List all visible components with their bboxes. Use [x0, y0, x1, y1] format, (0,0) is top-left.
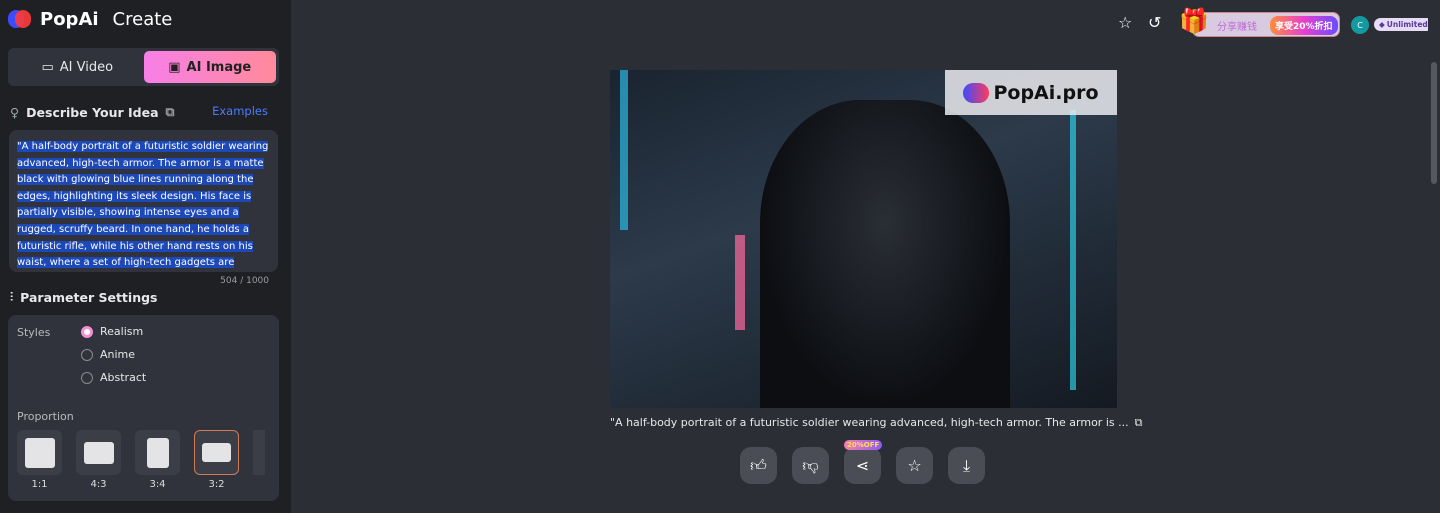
promo-text: 分享赚钱: [1217, 22, 1257, 33]
favorite-button[interactable]: ☆: [896, 447, 933, 484]
sliders-icon: ⫶: [10, 289, 14, 304]
radio-label: Abstract: [100, 371, 147, 384]
plan-badge[interactable]: ◆ Unlimited: [1374, 18, 1433, 31]
proportion-options: 1:1 4:3 3:4 3:2: [17, 430, 265, 490]
neon-sign-pink: [735, 235, 745, 330]
proportion-text: 4:3: [90, 479, 107, 490]
proportion-3-4[interactable]: 3:4: [135, 430, 180, 490]
style-realism[interactable]: Realism: [81, 325, 143, 338]
scrollbar-thumb[interactable]: [1431, 62, 1437, 184]
proportion-4-3[interactable]: 4:3: [76, 430, 121, 490]
neon-sign: [620, 70, 628, 230]
style-abstract[interactable]: Abstract: [81, 371, 146, 384]
proportion-text: 1:1: [31, 479, 48, 490]
history-icon[interactable]: ↺: [1148, 13, 1168, 33]
params-panel: Styles Realism Anime Abstract Proportion…: [8, 315, 279, 501]
video-icon: ▭: [41, 59, 54, 75]
prompt-input[interactable]: "A half-body portrait of a futuristic so…: [9, 130, 278, 272]
page-title: Create: [112, 8, 173, 30]
describe-title: Describe Your Idea: [26, 104, 159, 120]
avatar[interactable]: C: [1351, 16, 1369, 34]
char-counter: 504 / 1000: [220, 276, 269, 286]
like-button[interactable]: 👍︎: [740, 447, 777, 484]
tab-label: AI Video: [59, 59, 114, 75]
watermark-text: PopAi.pro: [993, 81, 1099, 104]
thumbs-up-icon: 👍︎: [750, 455, 767, 475]
tab-label: AI Image: [186, 59, 252, 75]
neon-light: [1070, 110, 1076, 390]
generated-image[interactable]: PopAi.pro: [610, 70, 1117, 408]
share-button[interactable]: 20%OFF ⋖: [844, 440, 883, 484]
diamond-icon: ◆: [1379, 20, 1385, 29]
star-icon[interactable]: ☆: [1118, 13, 1138, 33]
params-heading: ⫶ Parameter Settings: [10, 289, 157, 305]
mode-switch: ▭ AI Video ▣ AI Image: [8, 48, 279, 86]
gift-icon: 🎁: [1179, 7, 1209, 35]
thumbs-down-icon: 👎︎: [802, 455, 819, 475]
proportion-text: 3:2: [208, 479, 225, 490]
lightbulb-icon: ♀: [10, 104, 20, 120]
download-icon: ⤓: [962, 455, 971, 475]
watermark: PopAi.pro: [945, 70, 1117, 115]
tab-ai-video[interactable]: ▭ AI Video: [11, 51, 144, 83]
popai-logo-icon: [963, 82, 990, 103]
examples-link[interactable]: Examples: [212, 104, 268, 118]
proportion-label: Proportion: [17, 410, 74, 423]
soldier-figure: [760, 100, 1010, 408]
promo-banner[interactable]: 🎁 分享赚钱 享受20%折扣: [1179, 7, 1340, 37]
proportion-text: 3:4: [149, 479, 166, 490]
image-icon: ▣: [168, 59, 181, 75]
radio-label: Realism: [100, 325, 144, 338]
styles-label: Styles: [17, 326, 51, 339]
popai-logo-icon: [8, 8, 32, 30]
share-icon: ⋖: [855, 456, 870, 475]
logo[interactable]: PopAi Create: [8, 8, 172, 30]
discount-badge: 20%OFF: [844, 440, 883, 450]
sidebar: PopAi Create ▭ AI Video ▣ AI Image ♀ Descri…: [0, 0, 291, 513]
image-caption: "A half-body portrait of a futuristic so…: [610, 416, 1142, 430]
proportion-more[interactable]: [253, 430, 265, 490]
proportion-1-1[interactable]: 1:1: [17, 430, 62, 490]
radio-label: Anime: [100, 348, 136, 361]
dislike-button[interactable]: 👎︎: [792, 447, 829, 484]
star-icon: ☆: [907, 456, 922, 475]
download-button[interactable]: ⤓: [948, 447, 985, 484]
scrollbar[interactable]: [1428, 0, 1440, 513]
describe-heading: ♀ Describe Your Idea ⧉: [10, 104, 174, 120]
image-actions: 👍︎ 👎︎ 20%OFF ⋖ ☆ ⤓: [740, 440, 985, 484]
style-anime[interactable]: Anime: [81, 348, 135, 361]
copy-icon[interactable]: ⧉: [1135, 416, 1143, 430]
proportion-3-2[interactable]: 3:2: [194, 430, 239, 490]
tab-ai-image[interactable]: ▣ AI Image: [143, 51, 276, 83]
prompt-text: "A half-body portrait of a futuristic so…: [17, 141, 269, 272]
caption-text: "A half-body portrait of a futuristic so…: [610, 416, 1129, 429]
copy-icon[interactable]: ⧉: [166, 104, 175, 120]
promo-badge: 享受20%折扣: [1270, 16, 1338, 35]
brand-name: PopAi: [40, 8, 99, 30]
plan-text: Unlimited: [1386, 20, 1428, 29]
params-title: Parameter Settings: [20, 289, 158, 305]
